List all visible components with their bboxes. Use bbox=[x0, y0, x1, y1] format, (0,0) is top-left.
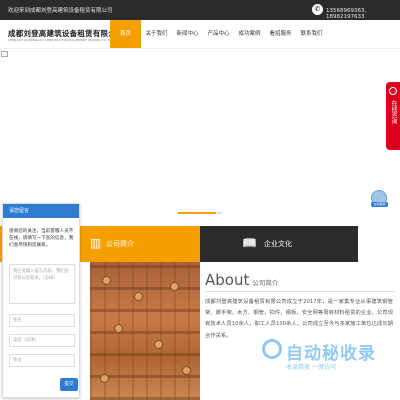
welcome-text: 欢迎来到成都刘登高建筑设备租赁有限公司 bbox=[8, 8, 113, 14]
tab-company-profile-label: 公司简介 bbox=[106, 240, 134, 248]
timber-end bbox=[170, 282, 179, 291]
online-consult-label: 在线咨询 bbox=[390, 100, 397, 124]
watermark-text: 自动秘收录 bbox=[286, 344, 376, 364]
about-heading: About 公司简介 bbox=[205, 270, 278, 289]
nav-about[interactable]: 关于我们 bbox=[141, 20, 172, 48]
customer-service-tag: 在线客服 bbox=[371, 202, 388, 207]
address-input[interactable]: 地址 bbox=[9, 354, 75, 367]
nav-products[interactable]: 产品中心 bbox=[203, 20, 234, 48]
timber-end bbox=[134, 292, 143, 301]
tab-corporate-culture[interactable]: 📖 企业文化 bbox=[200, 226, 358, 262]
nav-news[interactable]: 新闻中心 bbox=[172, 20, 203, 48]
watermark-logo-icon bbox=[262, 339, 282, 359]
broken-image-icon bbox=[1, 51, 8, 57]
nav-cases[interactable]: 成功案例 bbox=[234, 20, 265, 48]
timber-end bbox=[154, 340, 163, 349]
hero-banner bbox=[0, 48, 400, 226]
submit-message-button[interactable]: 提交 bbox=[60, 378, 78, 391]
timber-stack-photo bbox=[90, 262, 200, 400]
nav-home[interactable]: 首页 bbox=[110, 20, 141, 48]
slider-indicator-active[interactable] bbox=[178, 212, 216, 214]
watermark: 自动秘收录 收录精美 一键访问 bbox=[262, 335, 392, 375]
book-icon: 📖 bbox=[242, 236, 257, 250]
timber-end bbox=[182, 366, 191, 375]
phone-icon: ✆ bbox=[312, 4, 323, 15]
site-header: 成都刘登高建筑设备租赁有限公司 CHENGDU LIUDENGGAO CONST… bbox=[0, 20, 400, 48]
chat-bubble-icon: … bbox=[389, 87, 397, 95]
building-icon: ▥ bbox=[90, 236, 102, 250]
customer-service-avatar[interactable]: 在线客服 bbox=[371, 190, 388, 207]
message-textarea[interactable]: 请在此输入留言内容，我们会尽快与您联系。(必填) bbox=[9, 264, 75, 304]
tab-corporate-culture-label: 企业文化 bbox=[264, 240, 292, 248]
nav-contact[interactable]: 联系我们 bbox=[296, 20, 327, 48]
online-consult-button[interactable]: … 在线咨询 bbox=[386, 82, 400, 150]
timber-end bbox=[102, 276, 111, 285]
watermark-subtext: 收录精美 一键访问 bbox=[286, 364, 336, 371]
about-divider bbox=[205, 291, 395, 292]
about-title-en: About bbox=[205, 271, 250, 289]
leave-message-title: 请您留言 bbox=[3, 204, 79, 218]
timber-end bbox=[114, 324, 123, 333]
about-title-cn: 公司简介 bbox=[252, 279, 279, 287]
phone-numbers: 13568969363、18982197633 bbox=[326, 8, 370, 20]
phone-input[interactable]: 电话（必填） bbox=[9, 334, 75, 347]
leave-message-intro: 感谢您的关注，当前客服人员不在线，请填写一下您的信息，我们会尽快和您联系。 bbox=[9, 229, 74, 248]
slider-indicator[interactable] bbox=[216, 212, 222, 214]
leave-message-panel: 请您留言 感谢您的关注，当前客服人员不在线，请填写一下您的信息，我们会尽快和您联… bbox=[2, 203, 80, 398]
top-bar: 欢迎来到成都刘登高建筑设备租赁有限公司 ✆ 13568969363、189821… bbox=[0, 0, 400, 20]
main-nav: 首页 关于我们 新闻中心 产品中心 成功案例 看招服务 联系我们 bbox=[110, 20, 327, 48]
name-input[interactable]: 姓名 bbox=[9, 314, 75, 327]
nav-services[interactable]: 看招服务 bbox=[265, 20, 296, 48]
logo-subtitle: CHENGDU LIUDENGGAO CONSTRUCTION EQUIPMEN… bbox=[8, 38, 114, 42]
timber-end bbox=[100, 374, 109, 383]
